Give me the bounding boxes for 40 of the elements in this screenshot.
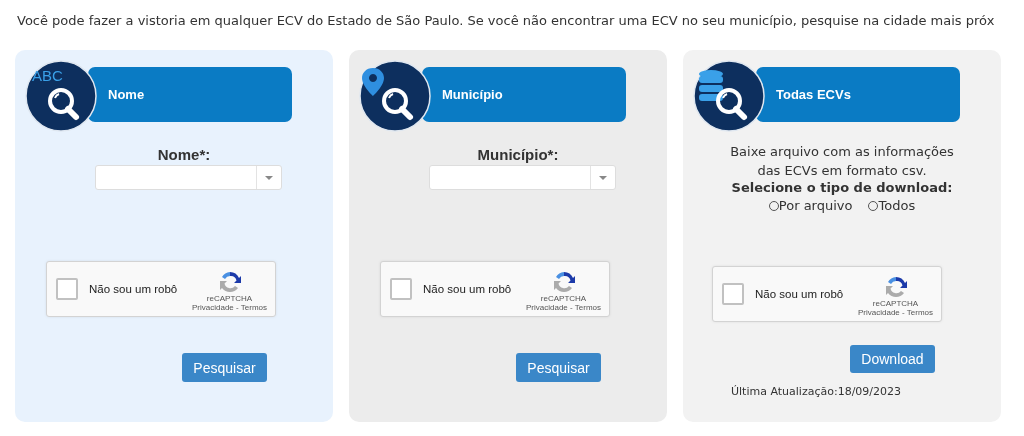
recaptcha-links[interactable]: Privacidade - Termos	[858, 308, 933, 317]
recaptcha-icon	[883, 275, 908, 299]
captcha-checkbox[interactable]	[56, 278, 78, 300]
section-header: Todas ECVs	[756, 67, 960, 122]
captcha-checkbox[interactable]	[390, 278, 412, 300]
field-label: Nome*:	[157, 146, 211, 163]
field-label: Município*:	[477, 146, 559, 163]
recaptcha-links[interactable]: Privacidade - Termos	[526, 303, 601, 312]
caret-icon	[599, 175, 607, 180]
section-header: Nome	[88, 67, 292, 122]
recaptcha-brand: reCAPTCHA	[872, 299, 919, 308]
captcha-label: Não sou um robô	[89, 283, 179, 295]
radio-label[interactable]: Por arquivo	[778, 198, 853, 213]
search-icon	[382, 88, 413, 120]
search-icon	[48, 88, 79, 120]
recaptcha-brand: reCAPTCHA	[206, 294, 253, 303]
select-field[interactable]	[429, 165, 616, 190]
download-type-label: Selecione o tipo de download:	[731, 180, 953, 195]
intro-text: Você pode fazer a vistoria em qualquer ECV do Estado de São Paulo. Se você não encontrar uma ECV no seu município, pesquise na cidade mais próx	[17, 13, 996, 30]
search-button[interactable]: Pesquisar	[516, 353, 601, 382]
section-header: Município	[422, 67, 626, 122]
map-pin-icon	[362, 68, 384, 96]
recaptcha-links[interactable]: Privacidade - Termos	[192, 303, 267, 312]
caret-icon	[265, 175, 273, 180]
last-update-text: Última Atualização:18/09/2023	[731, 385, 902, 398]
download-button[interactable]: Download	[850, 345, 935, 373]
icon-background	[25, 60, 97, 132]
captcha-label: Não sou um robô	[755, 288, 845, 300]
search-button[interactable]: Pesquisar	[182, 353, 267, 382]
radio-label[interactable]: Todos	[878, 198, 916, 213]
select-field[interactable]	[95, 165, 282, 190]
icon-letters: ABC	[32, 68, 63, 84]
recaptcha-icon	[217, 270, 242, 294]
recaptcha-icon	[551, 270, 576, 294]
description-text: Baixe arquivo com as informações das ECVs em formato csv.	[729, 143, 955, 180]
recaptcha-brand: reCAPTCHA	[540, 294, 587, 303]
captcha-label: Não sou um robô	[423, 283, 513, 295]
captcha-checkbox[interactable]	[722, 283, 744, 305]
search-icon	[716, 88, 747, 120]
database-icon	[699, 70, 723, 101]
